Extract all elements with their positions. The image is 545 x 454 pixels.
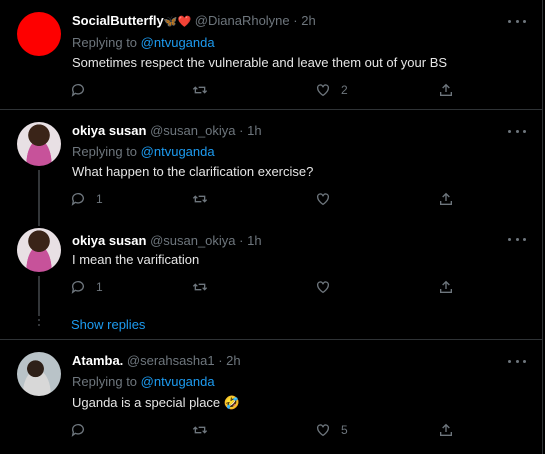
action-bar: 5 [70, 420, 460, 440]
tweet-text: Sometimes respect the vulnerable and lea… [72, 55, 448, 70]
replying-label: Replying to [72, 144, 138, 159]
share-icon [440, 83, 452, 96]
retweet-button[interactable] [192, 420, 218, 440]
thread-line [38, 170, 40, 226]
like-count: 5 [341, 423, 348, 437]
retweet-button[interactable] [192, 80, 218, 100]
mention-link[interactable]: @ntvuganda [141, 144, 215, 159]
display-name[interactable]: okiya susan [72, 233, 146, 248]
tweet-header: SocialButterfly🦋❤️ @DianaRholyne · 2h [72, 13, 316, 30]
laughing-emoji-icon: 🤣 [223, 395, 240, 410]
display-name[interactable]: SocialButterfly [72, 13, 164, 28]
like-icon [317, 281, 329, 294]
like-icon [317, 424, 329, 437]
share-button[interactable] [438, 277, 454, 297]
display-name[interactable]: Atamba. [72, 353, 123, 368]
handle[interactable]: @susan_okiya [150, 123, 235, 138]
like-icon [317, 193, 329, 206]
tweet-4[interactable]: Atamba. @serahsasha1 · 2h Replying to @n… [0, 340, 543, 454]
separator: · [239, 233, 244, 248]
share-icon [440, 423, 452, 436]
separator: · [293, 13, 298, 28]
mention-link[interactable]: @ntvuganda [141, 35, 215, 50]
like-button[interactable] [315, 277, 341, 297]
share-button[interactable] [438, 420, 454, 440]
retweet-icon [192, 283, 208, 291]
reply-count: 1 [96, 192, 103, 206]
tweet-2[interactable]: okiya susan @susan_okiya · 1h Replying t… [0, 110, 543, 226]
timestamp[interactable]: 2h [301, 13, 315, 28]
like-button[interactable]: 5 [315, 420, 348, 440]
retweet-button[interactable] [192, 277, 218, 297]
separator: · [218, 353, 223, 368]
replying-label: Replying to [72, 374, 138, 389]
action-bar: 1 [70, 189, 460, 209]
name-emoji: 🦋❤️ [163, 16, 192, 28]
tweet-text: Uganda is a special place 🤣 [72, 395, 240, 411]
show-replies-link[interactable]: Show replies [71, 317, 145, 332]
reply-button[interactable]: 1 [70, 189, 103, 209]
share-icon [440, 280, 452, 293]
retweet-icon [192, 426, 208, 434]
display-name[interactable]: okiya susan [72, 123, 146, 138]
avatar[interactable] [17, 122, 61, 166]
timestamp[interactable]: 1h [247, 233, 261, 248]
retweet-icon [192, 195, 208, 203]
separator: · [239, 123, 244, 138]
like-icon [317, 84, 329, 97]
tweet-header: okiya susan @susan_okiya · 1h [72, 233, 262, 249]
handle[interactable]: @DianaRholyne [195, 13, 290, 28]
handle[interactable]: @susan_okiya [150, 233, 235, 248]
replying-to: Replying to @ntvuganda [72, 35, 215, 51]
mention-link[interactable]: @ntvuganda [141, 374, 215, 389]
share-button[interactable] [438, 189, 454, 209]
thread-dots [38, 314, 40, 329]
more-icon[interactable] [508, 16, 526, 26]
tweet-header: Atamba. @serahsasha1 · 2h [72, 353, 241, 369]
timeline: SocialButterfly🦋❤️ @DianaRholyne · 2h Re… [0, 0, 543, 454]
more-icon[interactable] [508, 356, 526, 366]
handle[interactable]: @serahsasha1 [127, 353, 215, 368]
replying-label: Replying to [72, 35, 138, 50]
share-button[interactable] [438, 80, 454, 100]
reply-button[interactable] [70, 420, 96, 440]
share-icon [440, 192, 452, 205]
replying-to: Replying to @ntvuganda [72, 374, 215, 390]
reply-button[interactable]: 1 [70, 277, 103, 297]
reply-icon [71, 424, 84, 437]
timestamp[interactable]: 1h [247, 123, 261, 138]
avatar[interactable] [17, 352, 61, 396]
retweet-icon [192, 86, 208, 94]
like-count: 2 [341, 83, 348, 97]
like-button[interactable] [315, 189, 341, 209]
tweet-header: okiya susan @susan_okiya · 1h [72, 123, 262, 139]
replying-to: Replying to @ntvuganda [72, 144, 215, 160]
reply-count: 1 [96, 280, 103, 294]
reply-icon [71, 281, 84, 294]
more-icon[interactable] [508, 234, 526, 244]
more-icon[interactable] [508, 126, 526, 136]
tweet-text: I mean the varification [72, 252, 200, 267]
like-button[interactable]: 2 [315, 80, 348, 100]
tweet-1[interactable]: SocialButterfly🦋❤️ @DianaRholyne · 2h Re… [0, 0, 543, 109]
reply-icon [71, 193, 84, 206]
thread-line [38, 276, 40, 314]
reply-icon [71, 84, 84, 97]
tweet-text: What happen to the clarification exercis… [72, 164, 314, 179]
tweet-text-content: Uganda is a special place [72, 395, 221, 410]
reply-button[interactable] [70, 80, 96, 100]
avatar[interactable] [17, 228, 61, 272]
action-bar: 1 [70, 277, 460, 297]
timestamp[interactable]: 2h [226, 353, 240, 368]
avatar[interactable] [17, 12, 61, 56]
retweet-button[interactable] [192, 189, 218, 209]
action-bar: 2 [70, 80, 460, 100]
tweet-3[interactable]: okiya susan @susan_okiya · 1h I mean the… [0, 220, 543, 314]
